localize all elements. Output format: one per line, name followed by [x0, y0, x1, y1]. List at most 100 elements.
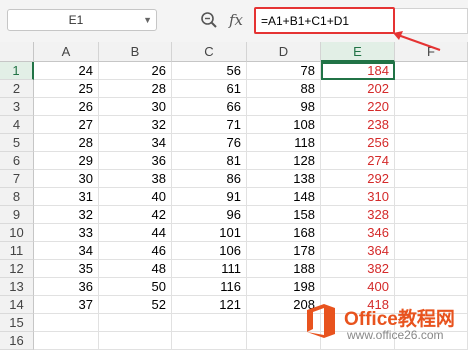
column-header-f[interactable]: F: [395, 42, 468, 62]
cell-b4[interactable]: 32: [99, 116, 172, 134]
row-header[interactable]: 10: [0, 224, 34, 242]
cell-b14[interactable]: 52: [99, 296, 172, 314]
cell-e2[interactable]: 202: [321, 80, 395, 98]
cell-f10[interactable]: [395, 224, 468, 242]
cell-e4[interactable]: 238: [321, 116, 395, 134]
cell-b8[interactable]: 40: [99, 188, 172, 206]
row-header[interactable]: 2: [0, 80, 34, 98]
cell-c10[interactable]: 101: [172, 224, 247, 242]
cell-d9[interactable]: 158: [247, 206, 321, 224]
cell-c9[interactable]: 96: [172, 206, 247, 224]
cell-c6[interactable]: 81: [172, 152, 247, 170]
row-header[interactable]: 15: [0, 314, 34, 332]
name-box[interactable]: E1 ▼: [7, 9, 157, 31]
row-header[interactable]: 4: [0, 116, 34, 134]
cell-d6[interactable]: 128: [247, 152, 321, 170]
cell-f7[interactable]: [395, 170, 468, 188]
zoom-icon[interactable]: [200, 11, 218, 29]
column-header-c[interactable]: C: [172, 42, 247, 62]
cell-c16[interactable]: [172, 332, 247, 350]
chevron-down-icon[interactable]: ▼: [143, 13, 152, 27]
cell-d4[interactable]: 108: [247, 116, 321, 134]
cell-a2[interactable]: 25: [34, 80, 99, 98]
row-header[interactable]: 9: [0, 206, 34, 224]
cell-e5[interactable]: 256: [321, 134, 395, 152]
cell-a1[interactable]: 24: [34, 62, 99, 80]
cell-e8[interactable]: 310: [321, 188, 395, 206]
cell-d12[interactable]: 188: [247, 260, 321, 278]
cell-f8[interactable]: [395, 188, 468, 206]
cell-b13[interactable]: 50: [99, 278, 172, 296]
row-header[interactable]: 11: [0, 242, 34, 260]
cell-a14[interactable]: 37: [34, 296, 99, 314]
column-header-a[interactable]: A: [34, 42, 99, 62]
cell-c12[interactable]: 111: [172, 260, 247, 278]
cell-b12[interactable]: 48: [99, 260, 172, 278]
cell-b10[interactable]: 44: [99, 224, 172, 242]
row-header[interactable]: 16: [0, 332, 34, 350]
cell-f4[interactable]: [395, 116, 468, 134]
cell-a7[interactable]: 30: [34, 170, 99, 188]
select-all-corner[interactable]: [0, 42, 34, 62]
cell-c8[interactable]: 91: [172, 188, 247, 206]
cell-b3[interactable]: 30: [99, 98, 172, 116]
cell-a10[interactable]: 33: [34, 224, 99, 242]
cell-b9[interactable]: 42: [99, 206, 172, 224]
cell-f6[interactable]: [395, 152, 468, 170]
cell-a12[interactable]: 35: [34, 260, 99, 278]
cell-c11[interactable]: 106: [172, 242, 247, 260]
cell-d8[interactable]: 148: [247, 188, 321, 206]
cell-a8[interactable]: 31: [34, 188, 99, 206]
cell-e10[interactable]: 346: [321, 224, 395, 242]
cell-e9[interactable]: 328: [321, 206, 395, 224]
cell-c7[interactable]: 86: [172, 170, 247, 188]
cell-a11[interactable]: 34: [34, 242, 99, 260]
cell-c5[interactable]: 76: [172, 134, 247, 152]
cell-a9[interactable]: 32: [34, 206, 99, 224]
cell-a16[interactable]: [34, 332, 99, 350]
cell-d11[interactable]: 178: [247, 242, 321, 260]
row-header[interactable]: 12: [0, 260, 34, 278]
cell-c15[interactable]: [172, 314, 247, 332]
cell-c14[interactable]: 121: [172, 296, 247, 314]
column-header-e[interactable]: E: [321, 42, 395, 62]
cell-f5[interactable]: [395, 134, 468, 152]
cell-d7[interactable]: 138: [247, 170, 321, 188]
cell-f2[interactable]: [395, 80, 468, 98]
cell-b11[interactable]: 46: [99, 242, 172, 260]
cell-a6[interactable]: 29: [34, 152, 99, 170]
row-header[interactable]: 8: [0, 188, 34, 206]
cell-e3[interactable]: 220: [321, 98, 395, 116]
cell-f9[interactable]: [395, 206, 468, 224]
cell-d10[interactable]: 168: [247, 224, 321, 242]
cell-b5[interactable]: 34: [99, 134, 172, 152]
cell-d13[interactable]: 198: [247, 278, 321, 296]
cell-d2[interactable]: 88: [247, 80, 321, 98]
row-header[interactable]: 1: [0, 62, 34, 80]
cell-c13[interactable]: 116: [172, 278, 247, 296]
cell-a5[interactable]: 28: [34, 134, 99, 152]
cell-f11[interactable]: [395, 242, 468, 260]
cell-b6[interactable]: 36: [99, 152, 172, 170]
row-header[interactable]: 3: [0, 98, 34, 116]
cell-b1[interactable]: 26: [99, 62, 172, 80]
cell-e11[interactable]: 364: [321, 242, 395, 260]
cell-c1[interactable]: 56: [172, 62, 247, 80]
cell-f13[interactable]: [395, 278, 468, 296]
column-header-b[interactable]: B: [99, 42, 172, 62]
cell-d1[interactable]: 78: [247, 62, 321, 80]
cell-b15[interactable]: [99, 314, 172, 332]
column-header-d[interactable]: D: [247, 42, 321, 62]
function-icon[interactable]: fx: [229, 9, 247, 31]
cell-a13[interactable]: 36: [34, 278, 99, 296]
row-header[interactable]: 13: [0, 278, 34, 296]
cell-e13[interactable]: 400: [321, 278, 395, 296]
cell-e12[interactable]: 382: [321, 260, 395, 278]
cell-d5[interactable]: 118: [247, 134, 321, 152]
cell-b16[interactable]: [99, 332, 172, 350]
cell-f1[interactable]: [395, 62, 468, 80]
cell-b2[interactable]: 28: [99, 80, 172, 98]
row-header[interactable]: 5: [0, 134, 34, 152]
cell-c4[interactable]: 71: [172, 116, 247, 134]
row-header[interactable]: 14: [0, 296, 34, 314]
